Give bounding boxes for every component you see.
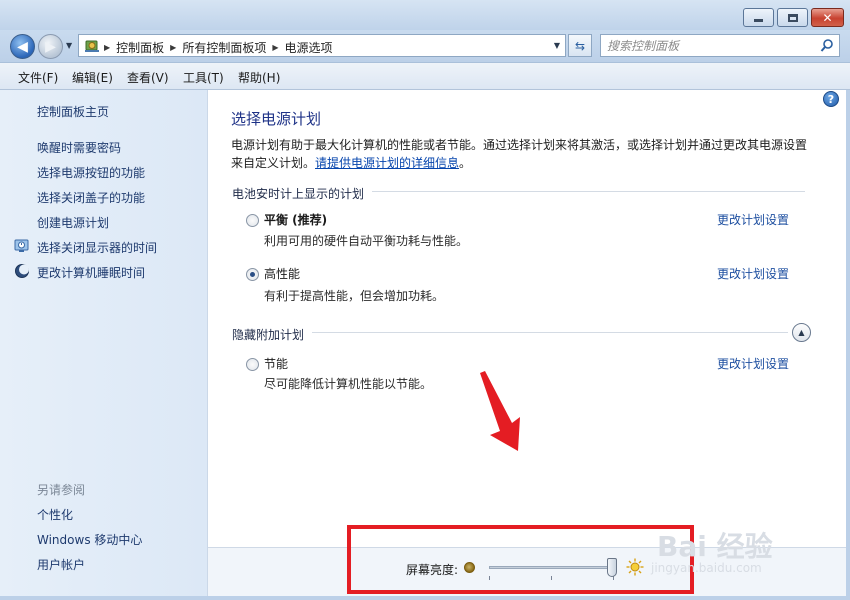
see-also-user-accounts[interactable]: 用户帐户 xyxy=(37,556,85,573)
plan-high-performance-name[interactable]: 高性能 xyxy=(264,265,300,282)
plan-balanced-radio[interactable] xyxy=(246,214,259,227)
breadcrumb-item[interactable]: 控制面板 xyxy=(116,39,164,56)
breadcrumb-separator-icon[interactable]: ▶ xyxy=(170,43,176,52)
breadcrumb-separator-icon[interactable]: ▶ xyxy=(272,43,278,52)
sidebar-item-sleep-time[interactable]: 更改计算机睡眠时间 xyxy=(37,264,145,281)
plan-balanced-name[interactable]: 平衡 (推荐) xyxy=(264,211,327,228)
menu-bar: 文件(F) 编辑(E) 查看(V) 工具(T) 帮助(H) xyxy=(0,62,850,90)
breadcrumb: ▶ 控制面板 ▶ 所有控制面板项 ▶ 电源选项 xyxy=(104,39,333,56)
maximize-button[interactable] xyxy=(777,8,808,27)
search-input[interactable] xyxy=(607,38,817,53)
back-button[interactable]: ◀ xyxy=(10,34,35,59)
minimize-icon xyxy=(754,19,763,22)
refresh-icon: ⇆ xyxy=(574,38,586,53)
plan-high-performance-change-link[interactable]: 更改计划设置 xyxy=(717,265,789,282)
navigation-bar: ◀ ▶ ▼ ▶ 控制面板 ▶ 所有控制面板项 ▶ 电源选项 ▼ ⇆ xyxy=(0,30,850,62)
control-panel-icon xyxy=(85,40,99,52)
minimize-button[interactable] xyxy=(743,8,774,27)
help-icon[interactable]: ? xyxy=(823,91,839,107)
chevron-up-icon: ▲ xyxy=(798,328,805,337)
sidebar-item-wake-password[interactable]: 唤醒时需要密码 xyxy=(37,139,121,156)
plan-power-saver-name[interactable]: 节能 xyxy=(264,355,288,372)
moon-icon xyxy=(15,264,29,278)
window-frame xyxy=(0,596,850,600)
plan-details-link[interactable]: 请提供电源计划的详细信息 xyxy=(315,156,459,170)
forward-button[interactable]: ▶ xyxy=(38,34,63,59)
breadcrumb-item[interactable]: 所有控制面板项 xyxy=(182,39,266,56)
forward-arrow-icon: ▶ xyxy=(45,38,56,55)
menu-file[interactable]: 文件(F) xyxy=(18,69,58,86)
search-icon[interactable] xyxy=(820,38,834,53)
menu-help[interactable]: 帮助(H) xyxy=(238,69,280,86)
highlight-box xyxy=(347,525,694,594)
watermark-text: Bai 经验 xyxy=(657,530,773,563)
address-dropdown-icon[interactable]: ▼ xyxy=(554,41,560,50)
close-button[interactable]: ✕ xyxy=(811,8,844,27)
search-box[interactable] xyxy=(600,34,840,57)
breadcrumb-separator-icon[interactable]: ▶ xyxy=(104,43,110,52)
close-icon: ✕ xyxy=(822,10,833,25)
back-arrow-icon: ◀ xyxy=(17,38,28,55)
collapse-hidden-plans-button[interactable]: ▲ xyxy=(792,323,811,342)
menu-tools[interactable]: 工具(T) xyxy=(183,69,224,86)
plan-balanced-desc: 利用可用的硬件自动平衡功耗与性能。 xyxy=(264,234,469,248)
group-battery-plans: 电池安时计上显示的计划 xyxy=(232,185,373,202)
sidebar-item-create-plan[interactable]: 创建电源计划 xyxy=(37,214,109,231)
recent-pages-dropdown[interactable]: ▼ xyxy=(66,41,72,50)
monitor-clock-icon xyxy=(14,239,29,252)
sidebar-item-display-off[interactable]: 选择关闭显示器的时间 xyxy=(37,239,157,256)
breadcrumb-item[interactable]: 电源选项 xyxy=(285,39,333,56)
window-frame xyxy=(846,90,850,600)
plan-power-saver-change-link[interactable]: 更改计划设置 xyxy=(717,355,789,372)
see-also-mobility-center[interactable]: Windows 移动中心 xyxy=(37,531,142,548)
intro-end: 。 xyxy=(459,156,472,170)
see-also-personalization[interactable]: 个性化 xyxy=(37,506,73,523)
menu-edit[interactable]: 编辑(E) xyxy=(72,69,113,86)
menu-view[interactable]: 查看(V) xyxy=(127,69,169,86)
see-also-heading: 另请参阅 xyxy=(37,483,86,497)
sidebar-item-power-button[interactable]: 选择电源按钮的功能 xyxy=(37,164,145,181)
page-title: 选择电源计划 xyxy=(231,110,322,128)
plan-high-performance-radio[interactable] xyxy=(246,268,259,281)
watermark-url: jingyan.baidu.com xyxy=(651,561,762,575)
plan-balanced-change-link[interactable]: 更改计划设置 xyxy=(717,211,789,228)
address-bar[interactable]: ▶ 控制面板 ▶ 所有控制面板项 ▶ 电源选项 ▼ xyxy=(78,34,566,57)
group-hidden-plans: 隐藏附加计划 xyxy=(232,326,313,343)
title-bar xyxy=(0,0,850,30)
plan-high-performance-desc: 有利于提高性能，但会增加功耗。 xyxy=(264,289,445,303)
plan-power-saver-desc: 尽可能降低计算机性能以节能。 xyxy=(264,377,433,391)
annotation-arrow xyxy=(480,371,520,451)
group-divider xyxy=(232,332,788,333)
maximize-icon xyxy=(787,13,798,22)
intro-text: 电源计划有助于最大化计算机的性能或者节能。通过选择计划来将其激活，或选择计划并通… xyxy=(231,136,811,172)
sidebar-item-home[interactable]: 控制面板主页 xyxy=(37,103,109,120)
sidebar-item-lid-close[interactable]: 选择关闭盖子的功能 xyxy=(37,189,145,206)
plan-power-saver-radio[interactable] xyxy=(246,358,259,371)
refresh-button[interactable]: ⇆ xyxy=(568,34,592,57)
